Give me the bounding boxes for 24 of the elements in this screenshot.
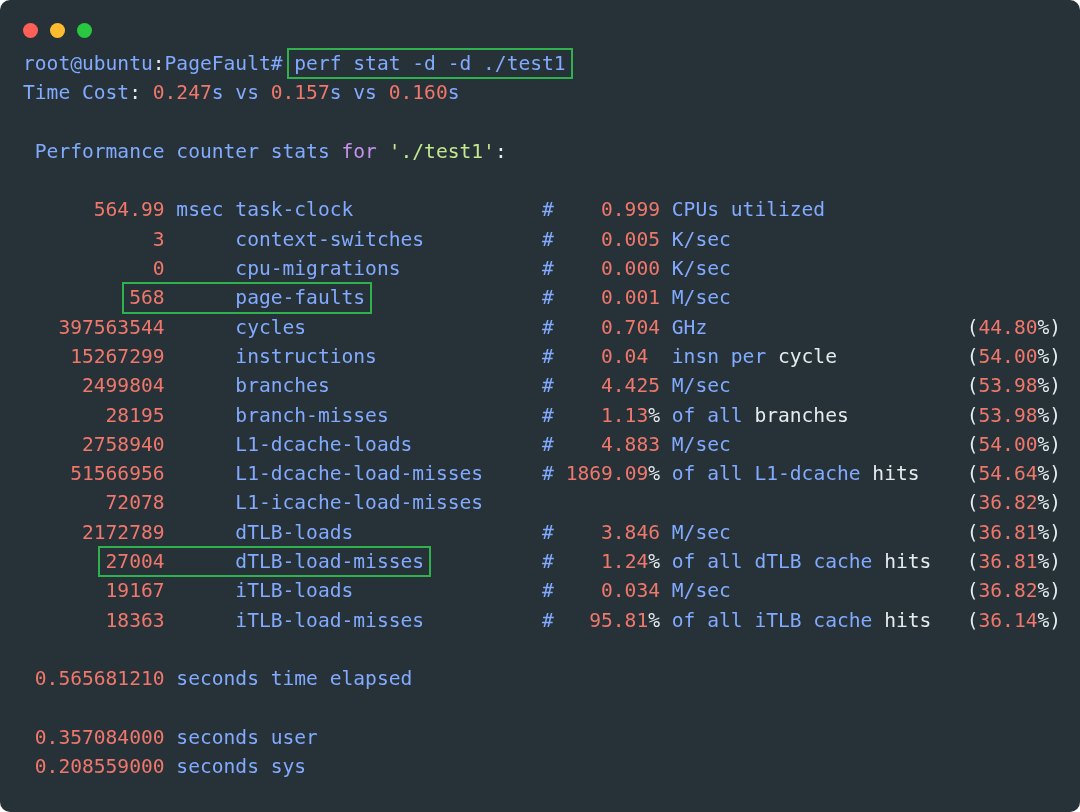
terminal-line: 397563544 cycles # 0.704 GHz (44.80%) — [57, 314, 1062, 341]
terminal-line: 0.208559000 seconds sys — [33, 754, 307, 781]
terminal-line: root@ubuntu:PageFault# perf stat -d -d ./test1 — [23, 51, 566, 77]
terminal-line: 27004 dTLB-load-misses # 1.24% of all dTLB cache hits (36.81%) — [104, 549, 1062, 576]
terminal-line: 2758940 L1-dcache-loads # 4.883 M/sec (54.00%) — [80, 431, 1062, 458]
terminal-line: 18363 iTLB-load-misses # 95.81% of all iTLB cache hits (36.14%) — [104, 607, 1062, 634]
terminal-line: 564.99 msec task-clock # 0.999 CPUs utilized — [92, 197, 826, 224]
maximize-button[interactable] — [77, 23, 92, 38]
terminal-line: 0.357084000 seconds user — [33, 724, 318, 751]
terminal-line: 3 context-switches # 0.005 K/sec — [151, 226, 731, 253]
terminal-line: 0 cpu-migrations # 0.000 K/sec — [151, 256, 731, 283]
terminal-line: 15267299 instructions # 0.04 insn per cycle (54.00%) — [69, 343, 1062, 370]
minimize-button[interactable] — [50, 23, 65, 38]
terminal-line: 51566956 L1-dcache-load-misses # 1869.09% of all L1-dcache hits (54.64%) — [69, 461, 1062, 488]
close-button[interactable] — [23, 23, 38, 38]
terminal-line: 568 page-faults # 0.001 M/sec — [128, 285, 731, 312]
terminal-line: 19167 iTLB-loads # 0.034 M/sec (36.82%) — [104, 578, 1062, 605]
terminal-line: 28195 branch-misses # 1.13% of all branches (53.98%) — [104, 402, 1062, 429]
terminal-line: Time Cost: 0.247s vs 0.157s vs 0.160s — [23, 80, 460, 107]
terminal-line: Performance counter stats for './test1': — [33, 138, 507, 165]
terminal-line: 2499804 branches # 4.425 M/sec (53.98%) — [80, 373, 1062, 400]
terminal-line: 0.565681210 seconds time elapsed — [33, 666, 413, 693]
terminal-line: 72078 L1-icache-load-misses (36.82%) — [104, 490, 1062, 517]
terminal-line: 2172789 dTLB-loads # 3.846 M/sec (36.81%) — [80, 519, 1062, 546]
